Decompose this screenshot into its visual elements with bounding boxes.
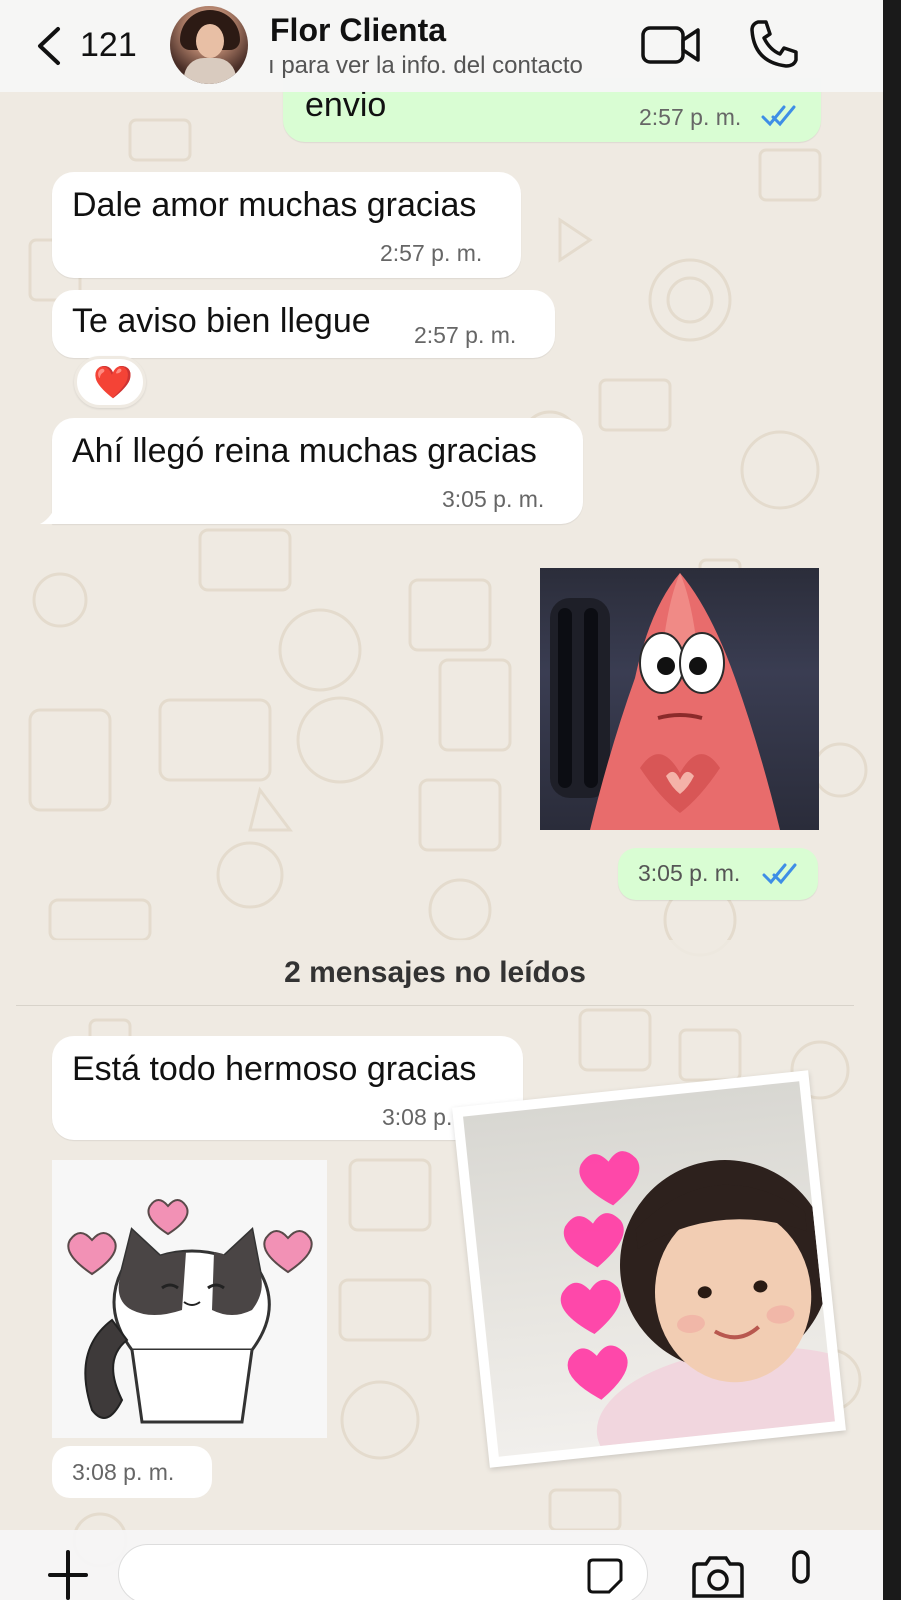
attach-button[interactable]	[48, 1550, 88, 1600]
heart-reaction-icon: ❤️	[93, 364, 133, 400]
sticker-button[interactable]	[585, 1556, 625, 1596]
message-text: Está todo hermoso gracias	[72, 1050, 477, 1088]
microphone-button[interactable]	[786, 1550, 816, 1600]
sticker-image-cat[interactable]	[52, 1160, 327, 1438]
message-time: 2:57 p. m.	[414, 322, 517, 348]
contact-info-hint[interactable]: ı para ver la info. del contacto	[268, 52, 628, 80]
message-time: 3:08 p. m.	[72, 1459, 175, 1485]
sticker-icon	[587, 1558, 623, 1594]
chat-screen: envio 2:57 p. m. Dale amor muchas gracia…	[0, 0, 883, 1600]
read-ticks-icon	[762, 863, 797, 885]
phone-icon	[750, 20, 798, 68]
unread-messages-label: 2 mensajes no leídos	[284, 956, 586, 989]
chat-header: 121 Flor Clienta ı para ver la info. del…	[0, 0, 883, 92]
video-camera-icon	[641, 26, 700, 64]
sticker-image-patrick[interactable]	[540, 568, 819, 830]
message-input[interactable]	[118, 1544, 648, 1600]
unread-messages-divider: 2 mensajes no leídos	[16, 940, 854, 1006]
read-ticks-icon	[761, 105, 796, 127]
microphone-icon	[792, 1550, 810, 1584]
message-time: 3:05 p. m.	[442, 486, 545, 512]
message-bubble-incoming[interactable]: Está todo hermoso gracias 3:08 p. m.	[52, 1036, 523, 1140]
girl-hearts-illustration	[560, 1151, 835, 1457]
message-bubble-incoming[interactable]: Te aviso bien llegue 2:57 p. m.	[52, 290, 555, 358]
contact-avatar[interactable]	[170, 6, 248, 84]
message-text: Ahí llegó reina muchas gracias	[72, 432, 537, 470]
message-time: 2:57 p. m.	[380, 240, 483, 266]
contact-name[interactable]: Flor Clienta	[270, 12, 446, 49]
message-text: Dale amor muchas gracias	[72, 186, 477, 224]
message-reaction[interactable]: ❤️	[74, 356, 146, 408]
chevron-left-icon	[38, 27, 60, 65]
sticker-image-girl[interactable]	[452, 1070, 846, 1468]
message-time: 2:57 p. m.	[639, 104, 742, 130]
message-bubble-incoming[interactable]: Ahí llegó reina muchas gracias 3:05 p. m…	[52, 418, 583, 524]
unread-chats-count: 121	[80, 26, 137, 64]
message-bubble-incoming[interactable]: Dale amor muchas gracias 2:57 p. m.	[52, 172, 521, 278]
video-call-button[interactable]	[640, 20, 702, 70]
message-composer	[0, 1530, 883, 1600]
patrick-heart-illustration	[550, 573, 780, 830]
camera-icon	[692, 1556, 744, 1598]
plus-icon	[48, 1550, 88, 1600]
screen-edge	[883, 0, 901, 1600]
message-time: 3:05 p. m.	[638, 860, 741, 886]
message-text: Te aviso bien llegue	[72, 302, 371, 340]
message-time-pill-incoming[interactable]: 3:08 p. m.	[52, 1446, 212, 1498]
bubble-tail	[40, 500, 58, 524]
camera-button[interactable]	[690, 1554, 746, 1600]
voice-call-button[interactable]	[748, 18, 800, 70]
message-time-pill-outgoing[interactable]: 3:05 p. m.	[618, 848, 818, 900]
girl-photo	[463, 1081, 835, 1457]
cat-hearts-illustration	[67, 1199, 313, 1424]
back-button[interactable]: 121	[30, 20, 140, 70]
